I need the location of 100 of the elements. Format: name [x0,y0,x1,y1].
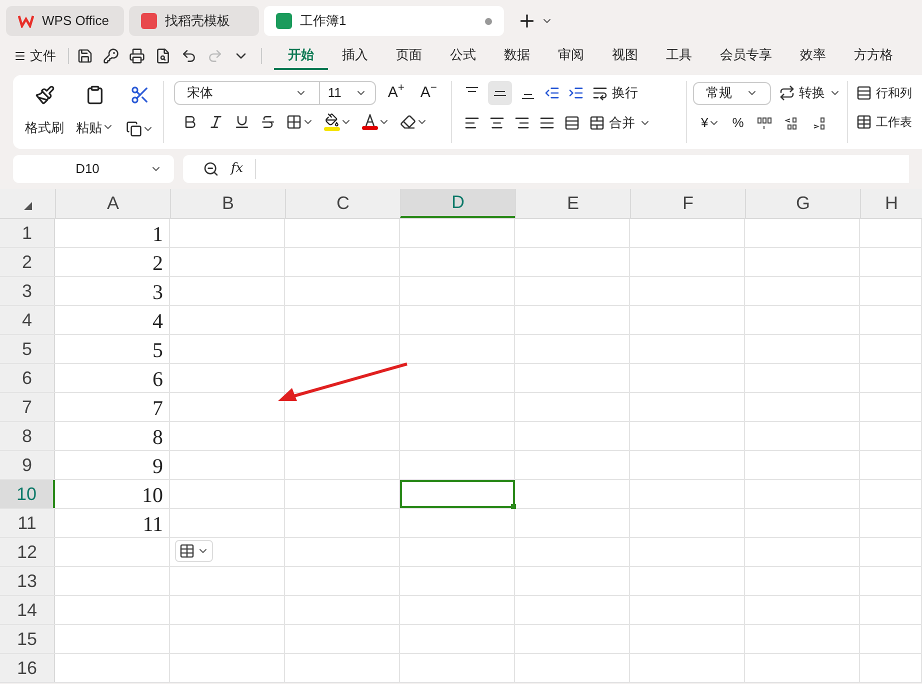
merge-icon [589,114,605,131]
merge-button[interactable]: 合并 [589,113,651,132]
column-header[interactable]: E [515,189,630,218]
save-icon[interactable] [77,48,93,64]
fill-color-icon[interactable] [324,113,340,131]
row-header[interactable]: 9 [0,451,55,479]
vertical-align-button[interactable] [488,81,512,105]
rows-columns-icon [856,85,872,101]
row-header[interactable]: 12 [0,538,55,566]
percent-button[interactable]: % [732,113,744,132]
ribbon-tab[interactable]: 方方格 [840,42,907,70]
wrap-text-button[interactable]: 换行 [592,83,638,103]
cut-icon[interactable] [130,85,150,105]
ribbon-tab[interactable]: 页面 [382,42,436,70]
eraser-icon[interactable] [400,114,416,130]
logo-icon [141,13,157,29]
format-painter-button[interactable]: 格式刷 [25,81,64,137]
column-header[interactable]: A [55,189,170,218]
cell-value: 8 [152,427,163,448]
quick-fill-button[interactable] [175,540,213,562]
ribbon-tab[interactable]: 数据 [490,42,544,70]
row-header[interactable]: 4 [0,306,55,334]
name-box[interactable]: D10 [13,155,174,183]
document-tab[interactable]: 工作簿1 [264,6,504,36]
undo-icon[interactable] [181,48,197,64]
menu-icon [14,50,26,62]
indent-increase-icon[interactable] [568,85,584,101]
row-header[interactable]: 8 [0,422,55,450]
cell-value: 10 [142,485,163,506]
column-header[interactable]: B [170,189,285,218]
ribbon-tab[interactable]: 视图 [598,42,652,70]
row-header[interactable]: 15 [0,625,55,653]
row-header[interactable]: 5 [0,335,55,363]
row-header[interactable]: 10 [0,480,55,508]
ribbon-tab[interactable]: 审阅 [544,42,598,70]
cell-value: 5 [152,340,163,361]
font-dropdown[interactable]: 宋体 [175,82,320,104]
document-tab[interactable]: WPS Office [6,6,124,36]
font-size-dropdown[interactable]: 11 [320,82,375,104]
number-format-dropdown[interactable]: 常规 [693,82,771,104]
currency-button[interactable]: ¥ [701,113,708,132]
column-header[interactable]: H [860,189,922,218]
convert-icon [779,85,795,101]
ribbon-tab[interactable]: 插入 [328,42,382,70]
copy-button[interactable] [126,121,154,137]
align-right-icon[interactable] [514,114,530,131]
print-preview-icon[interactable] [155,48,171,64]
decrease-font-button[interactable]: A$^{−}$ [416,82,441,104]
borders-icon[interactable] [286,114,302,130]
column-header[interactable]: G [745,189,860,218]
ribbon-tab[interactable]: 效率 [786,42,840,70]
logo-icon [18,14,34,28]
thousands-separator-icon[interactable] [756,116,772,130]
convert-button[interactable]: 转换 [779,83,841,103]
column-header[interactable]: F [630,189,745,218]
font-color-icon[interactable] [362,114,378,130]
file-menu[interactable]: 文件 [14,46,56,66]
row-header[interactable]: 11 [0,509,55,537]
cell-value: 3 [152,282,163,303]
row-header[interactable]: 7 [0,393,55,421]
brush-icon [34,85,54,105]
ribbon-tab[interactable]: 开始 [274,42,328,70]
underline-icon[interactable] [234,114,250,130]
formula-bar[interactable]: fx [183,155,909,183]
row-header[interactable]: 13 [0,567,55,595]
row-header[interactable]: 1 [0,219,55,247]
ribbon-tab[interactable]: 会员专享 [706,42,786,70]
align-center-icon[interactable] [489,114,505,131]
table-icon [856,114,872,130]
document-tab[interactable]: 找稻壳模板 [129,6,259,36]
strikethrough-icon[interactable] [260,114,276,130]
paste-button[interactable]: 粘贴 [76,81,114,137]
italic-icon[interactable] [208,114,224,130]
row-header[interactable]: 2 [0,248,55,276]
align-left-icon[interactable] [464,114,480,131]
cell-value: 1 [152,224,163,245]
row-header[interactable]: 14 [0,596,55,624]
insert-function-button[interactable]: fx [231,159,256,179]
rows-columns-button[interactable]: 行和列 [856,81,912,105]
zoom-out-icon[interactable] [203,161,219,177]
cell-value: 11 [142,514,163,535]
row-header[interactable]: 3 [0,277,55,305]
cell-value: 4 [152,311,163,332]
justify-icon[interactable] [539,114,555,131]
key-icon[interactable] [103,48,119,64]
worksheet-button[interactable]: 工作表 [856,113,912,131]
indent-decrease-icon[interactable] [544,85,560,101]
print-icon[interactable] [129,48,145,64]
select-all-icon[interactable] [24,202,32,210]
ribbon-tab[interactable]: 工具 [652,42,706,70]
ribbon-tab[interactable]: 公式 [436,42,490,70]
align-lines-icon [466,87,478,92]
increase-font-button[interactable]: A$^{+}$ [384,82,408,104]
row-header[interactable]: 16 [0,654,55,682]
column-header[interactable]: D [400,189,515,218]
table-icon [179,543,195,559]
wrap-icon [592,85,608,101]
row-header[interactable]: 6 [0,364,55,392]
fill-handle-icon[interactable] [511,504,516,509]
cell-value: 7 [152,398,163,419]
